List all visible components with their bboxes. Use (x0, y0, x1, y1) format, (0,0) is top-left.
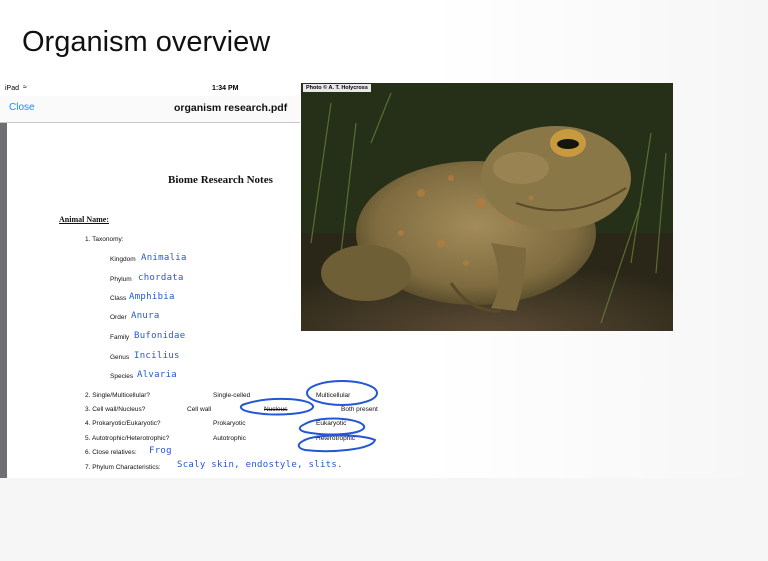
option-selected: Nucleus (264, 406, 288, 413)
taxonomy-value: Incilius (134, 351, 180, 361)
taxonomy-value: Animalia (141, 253, 187, 263)
question-5: 5. Autotrophic/Heterotrophic? (85, 435, 170, 442)
taxonomy-rank: Family (110, 334, 130, 341)
option-selected: Heterotrophic (316, 435, 356, 442)
taxonomy-rank: Species (110, 373, 134, 380)
taxonomy-value: Bufonidae (134, 331, 186, 341)
option: Prokaryotic (213, 420, 246, 427)
taxonomy-rank: Order (110, 314, 127, 321)
toad-illustration (301, 83, 673, 331)
option: Single-celled (213, 392, 251, 399)
question-3: 3. Cell wall/Nucleus? (85, 406, 146, 413)
option-selected: Multicellular (316, 392, 351, 399)
wifi-icon: ≈ (23, 84, 27, 91)
option-selected: Eukaryotic (316, 420, 347, 427)
page-edge-strip (0, 123, 7, 478)
slide-bottom-band (0, 478, 768, 561)
handwritten-answer: Scaly skin, endostyle, slits. (177, 460, 343, 470)
document-title: organism research.pdf (174, 102, 288, 114)
status-carrier: iPad (5, 85, 20, 92)
status-time: 1:34 PM (212, 85, 239, 92)
document-heading: Biome Research Notes (168, 174, 273, 186)
toad-photo: Photo © A. T. Holycross (301, 83, 673, 331)
option: Cell wall (187, 406, 212, 413)
taxonomy-label: 1. Taxonomy: (85, 236, 124, 243)
taxonomy-rank: Phylum (110, 276, 132, 283)
handwritten-answer: Frog (149, 446, 172, 456)
taxonomy-value: Anura (131, 311, 160, 321)
question-6: 6. Close relatives: (85, 449, 137, 456)
animal-name-label: Animal Name: (59, 215, 109, 224)
taxonomy-rank: Kingdom (110, 256, 136, 263)
slide-title: Organism overview (22, 26, 271, 58)
question-4: 4. Prokaryotic/Eukaryotic? (85, 420, 161, 427)
close-button[interactable]: Close (9, 102, 35, 113)
option: Autotrophic (213, 435, 246, 442)
taxonomy-rank: Genus (110, 354, 130, 361)
question-2: 2. Single/Multicellular? (85, 392, 151, 399)
option: Both present (341, 406, 378, 413)
pdf-nav-bar: Close organism research.pdf (0, 96, 300, 123)
question-7: 7. Phylum Characteristics: (85, 464, 161, 471)
taxonomy-value: Amphibia (129, 292, 175, 302)
status-bar: iPad ≈ 1:34 PM (0, 80, 300, 96)
taxonomy-value: Alvaria (137, 370, 178, 380)
taxonomy-rank: Class (110, 295, 127, 302)
photo-credit: Photo © A. T. Holycross (303, 84, 371, 92)
taxonomy-value: chordata (138, 273, 184, 283)
